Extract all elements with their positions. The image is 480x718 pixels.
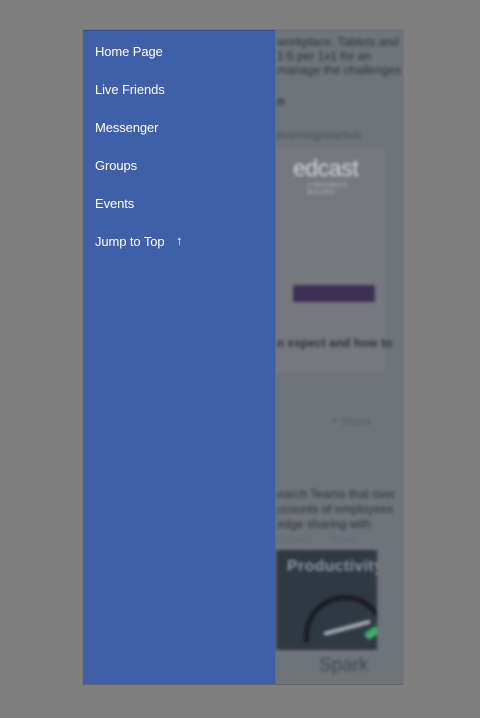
menu-item-label: Messenger	[95, 120, 159, 135]
productivity-title: Productivity	[287, 558, 377, 575]
app-screen: workplace. Tablets and 1:5 per 1x1 for a…	[83, 30, 403, 684]
menu-item-messenger[interactable]: Messenger	[95, 120, 182, 158]
share-icon: ↗	[329, 416, 339, 428]
secondary-text-line: edge sharing with	[277, 517, 372, 531]
navigation-menu: Home Page Live Friends Messenger Groups …	[95, 44, 183, 272]
secondary-text-line: ccounts of employees	[277, 502, 394, 516]
post-text-line: manage the challenges	[277, 63, 402, 77]
arrow-up-icon: ↑	[176, 233, 183, 248]
navigation-drawer: Home Page Live Friends Messenger Groups …	[83, 30, 275, 684]
menu-item-home-page[interactable]: Home Page	[95, 44, 182, 82]
menu-item-live-friends[interactable]: Live Friends	[95, 82, 182, 120]
menu-item-label: Home Page	[95, 44, 163, 59]
ad-card[interactable]: edcast A PATHWAYS BUILDER n expect and h…	[274, 148, 392, 373]
productivity-preview[interactable]: Productivity	[276, 550, 377, 650]
partial-heading: n	[277, 94, 285, 108]
menu-item-label: Live Friends	[95, 82, 165, 97]
menu-item-label: Jump to Top	[95, 234, 165, 249]
url-text: learningreactive	[277, 128, 362, 142]
edcast-cta-button[interactable]	[293, 285, 375, 302]
menu-item-label: Events	[95, 196, 135, 211]
spark-logo: Spark	[319, 655, 369, 676]
menu-item-label: Groups	[95, 158, 138, 173]
share-button[interactable]: ↗ Share	[329, 415, 371, 428]
menu-item-jump-to-top[interactable]: Jump to Top ↑	[95, 233, 183, 272]
screen-bottom-edge	[83, 684, 403, 685]
post-text-line: workplace. Tablets and	[277, 35, 399, 49]
edcast-logo: edcast A PATHWAYS BUILDER	[293, 155, 359, 196]
modal-overlay[interactable]: workplace. Tablets and 1:5 per 1x1 for a…	[0, 0, 480, 718]
post-text-line: 1:5 per 1x1 for an	[277, 49, 372, 63]
secondary-more-link[interactable]: Gooey ... More	[277, 532, 356, 547]
secondary-text-line: earch Teams that over	[277, 487, 396, 501]
menu-item-events[interactable]: Events	[95, 196, 182, 234]
menu-item-groups[interactable]: Groups	[95, 158, 182, 196]
card-caption: n expect and how to	[277, 336, 393, 350]
